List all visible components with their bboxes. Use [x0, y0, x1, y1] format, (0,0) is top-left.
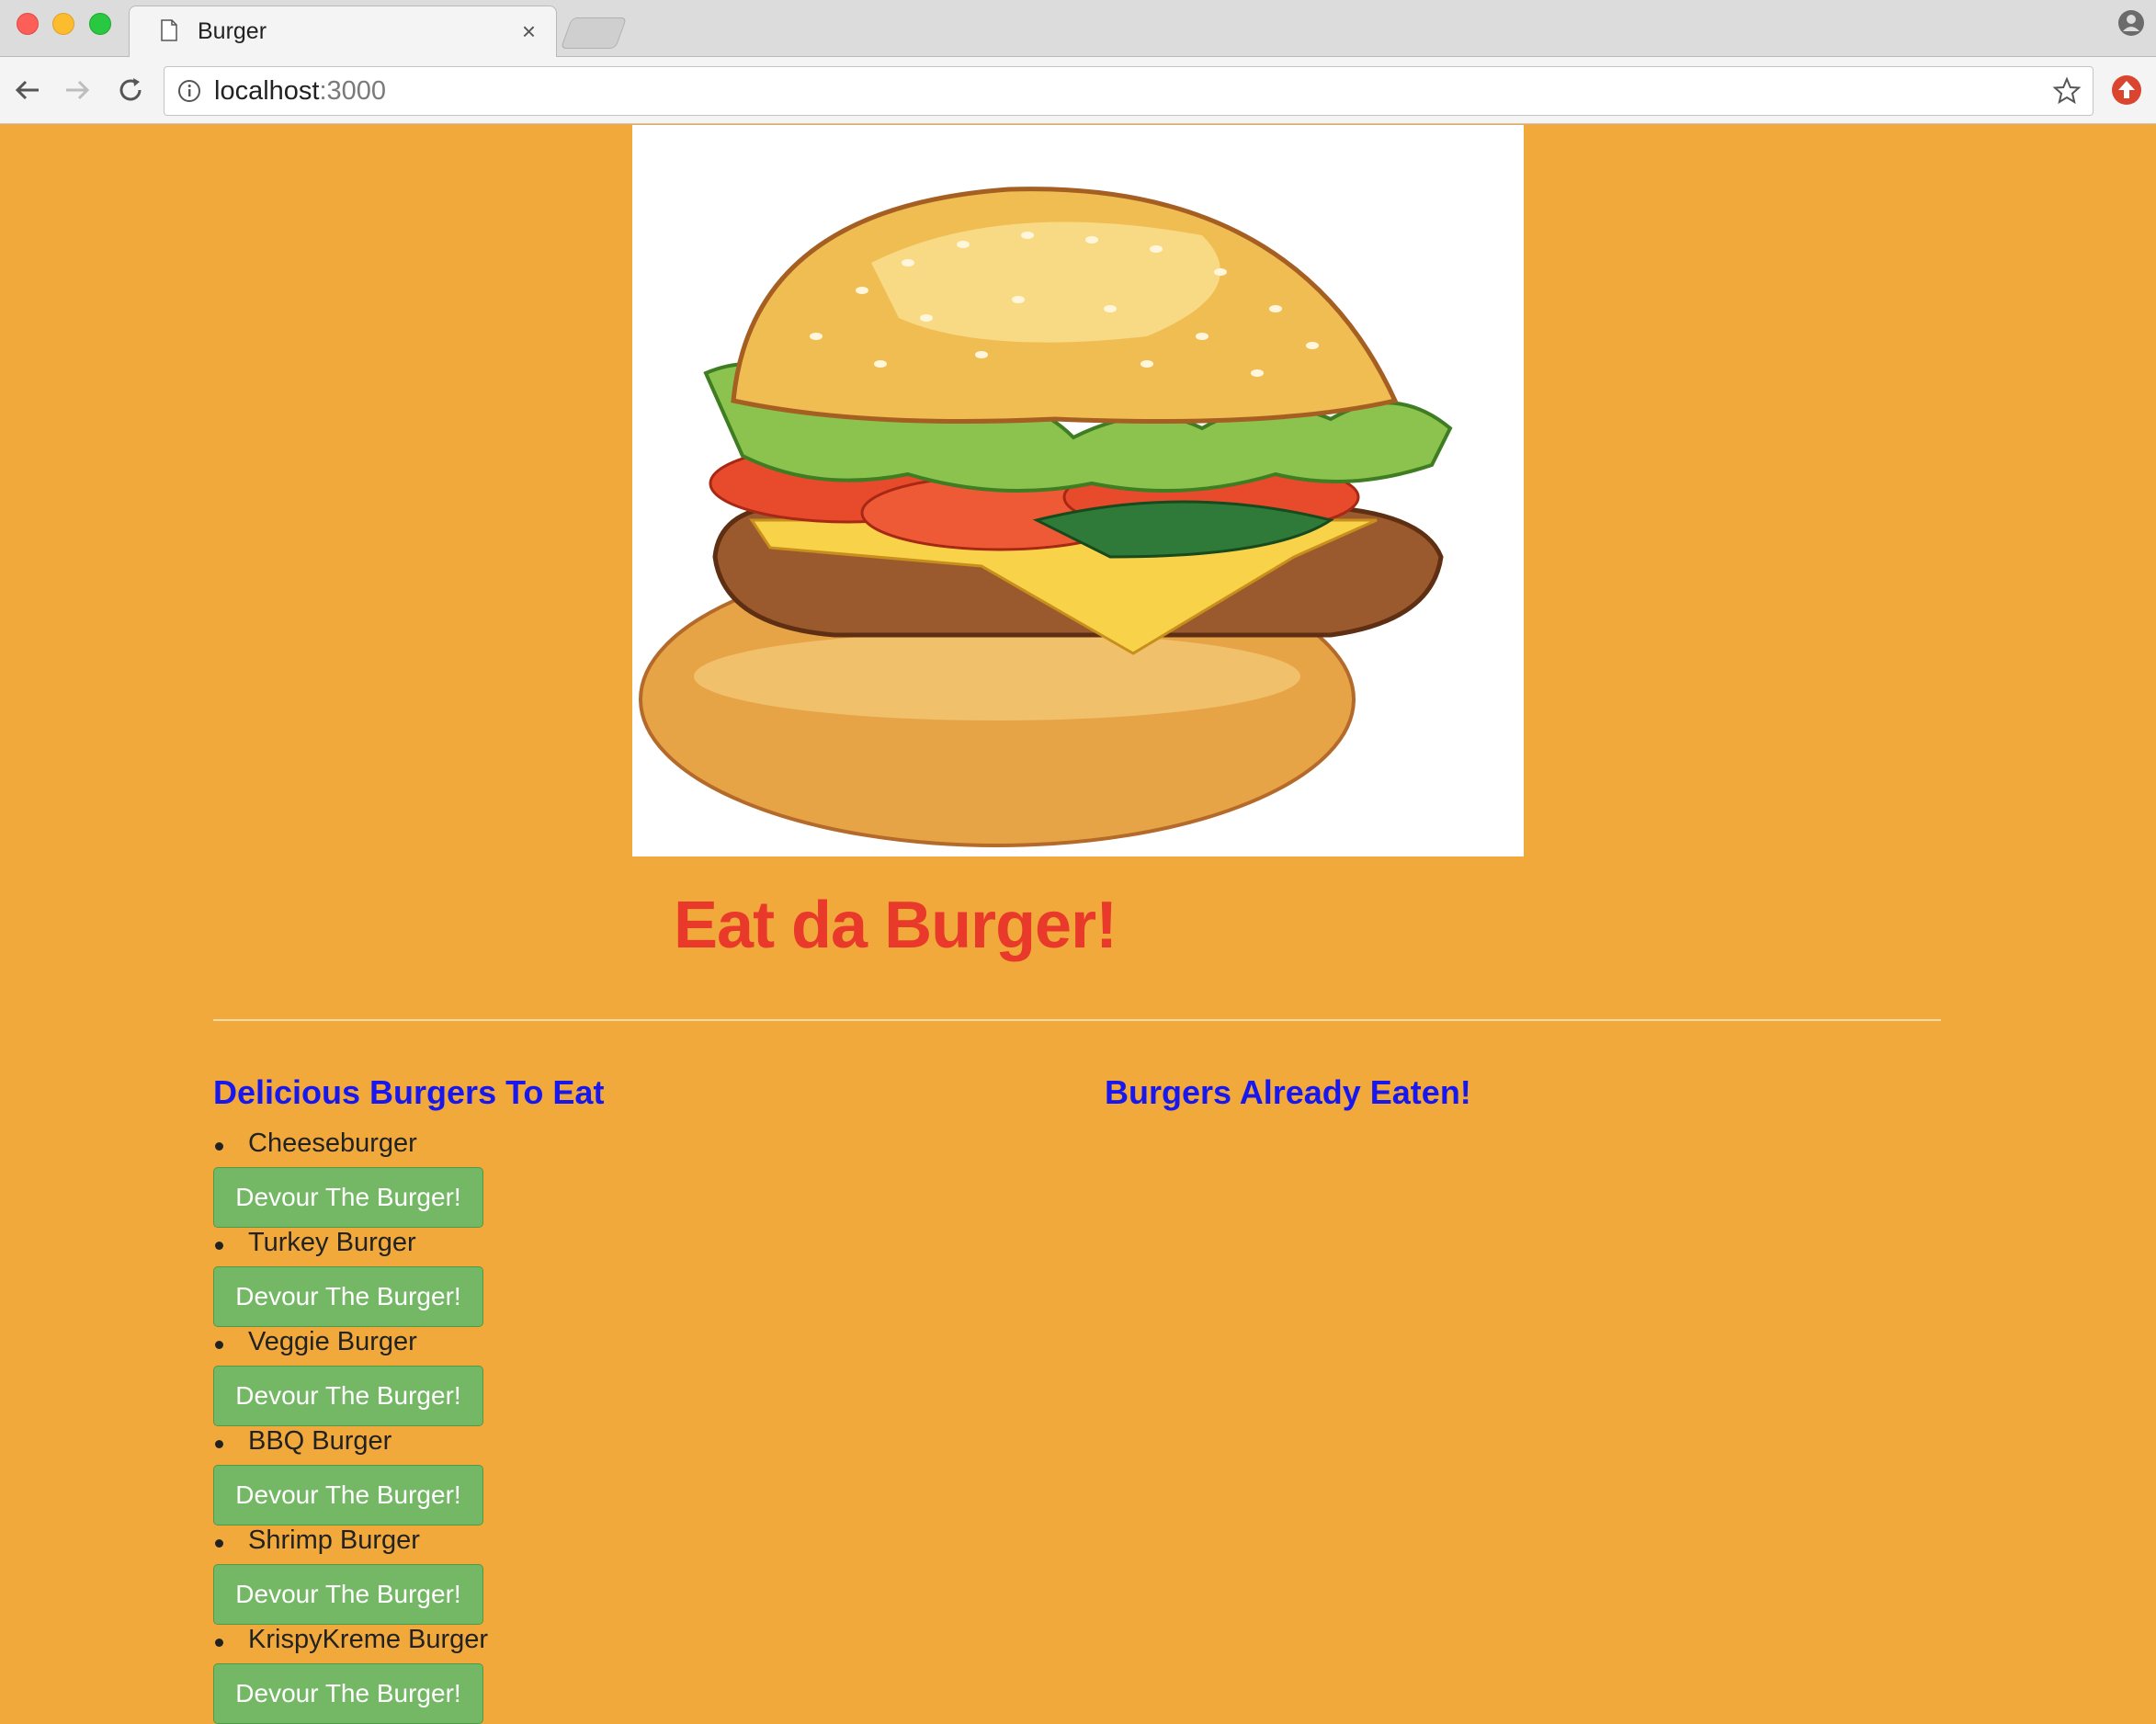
burger-name: KrispyKreme Burger — [248, 1625, 489, 1654]
url-text: localhost:3000 — [214, 76, 386, 107]
browser-titlebar: Burger × — [0, 0, 2156, 58]
window-maximize-button[interactable] — [89, 13, 111, 35]
devour-button[interactable]: Devour The Burger! — [213, 1366, 483, 1426]
to-eat-heading: Delicious Burgers To Eat — [213, 1073, 605, 1111]
url-host: localhost — [214, 76, 320, 106]
eaten-heading: Burgers Already Eaten! — [1105, 1073, 1471, 1111]
page-title: Eat da Burger! — [674, 889, 1118, 962]
back-arrow-icon[interactable] — [11, 74, 44, 107]
browser-tab[interactable]: Burger × — [129, 6, 557, 58]
info-icon[interactable] — [177, 79, 201, 103]
devour-button[interactable]: Devour The Burger! — [213, 1167, 483, 1228]
burger-name: Veggie Burger — [248, 1327, 417, 1356]
burger-illustration — [639, 187, 1453, 847]
bullet — [215, 1142, 223, 1151]
address-bar[interactable]: localhost:3000 — [164, 66, 2094, 116]
list-item: Cheeseburger Devour The Burger! — [213, 1129, 857, 1228]
url-port: :3000 — [319, 76, 387, 106]
extension-icon[interactable] — [2110, 74, 2143, 107]
devour-button[interactable]: Devour The Burger! — [213, 1564, 483, 1625]
bullet — [215, 1341, 223, 1349]
window-close-button[interactable] — [17, 13, 39, 35]
devour-button[interactable]: Devour The Burger! — [213, 1663, 483, 1724]
window-minimize-button[interactable] — [52, 13, 74, 35]
burger-image — [632, 125, 1524, 856]
list-item: Veggie Burger Devour The Burger! — [213, 1327, 857, 1426]
browser-toolbar: localhost:3000 — [0, 57, 2156, 124]
burger-name: Shrimp Burger — [248, 1526, 420, 1555]
divider — [213, 1019, 1941, 1021]
bullet — [215, 1242, 223, 1250]
burger-name: Turkey Burger — [248, 1228, 416, 1257]
forward-arrow-icon[interactable] — [61, 74, 94, 107]
list-item: KrispyKreme Burger Devour The Burger! — [213, 1625, 857, 1724]
bullet — [215, 1539, 223, 1548]
new-tab-button[interactable] — [560, 17, 628, 49]
burger-name: Cheeseburger — [248, 1129, 417, 1158]
bullet — [215, 1440, 223, 1448]
tab-close-icon[interactable]: × — [522, 17, 536, 46]
tab-title: Burger — [198, 18, 267, 44]
burger-name: BBQ Burger — [248, 1426, 392, 1456]
devour-button[interactable]: Devour The Burger! — [213, 1266, 483, 1327]
devour-button[interactable]: Devour The Burger! — [213, 1465, 483, 1526]
star-icon[interactable] — [2052, 76, 2082, 106]
list-item: Shrimp Burger Devour The Burger! — [213, 1526, 857, 1625]
list-item: BBQ Burger Devour The Burger! — [213, 1426, 857, 1526]
reload-icon[interactable] — [114, 74, 147, 107]
profile-icon[interactable] — [2117, 9, 2145, 37]
list-item: Turkey Burger Devour The Burger! — [213, 1228, 857, 1327]
document-icon — [161, 19, 177, 41]
burger-list: Cheeseburger Devour The Burger! Turkey B… — [213, 1129, 857, 1724]
bullet — [215, 1639, 223, 1647]
